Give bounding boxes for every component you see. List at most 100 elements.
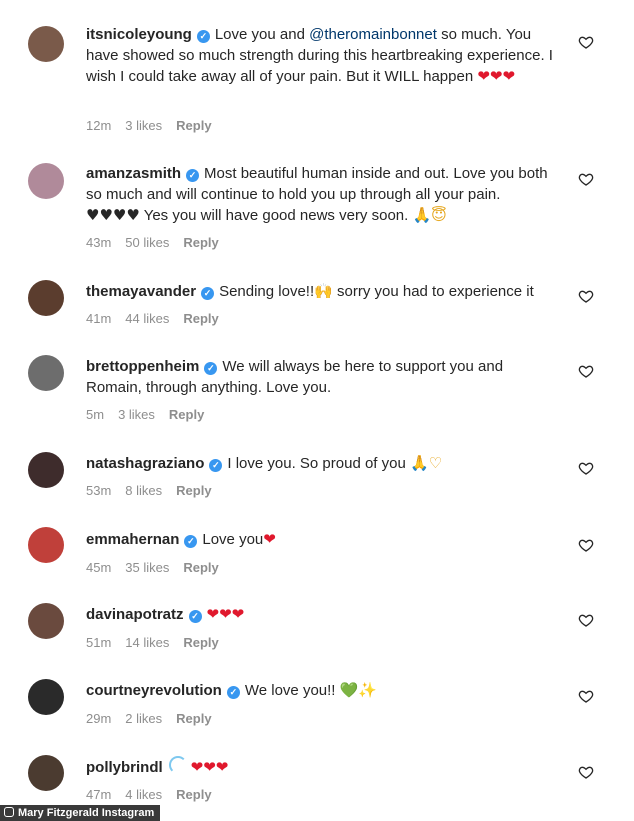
likes-count[interactable]: 8 likes [125, 483, 162, 498]
username[interactable]: itsnicoleyoung [86, 26, 192, 43]
avatar[interactable] [28, 679, 64, 715]
comment-meta: 45m 35 likes Reply [86, 560, 233, 576]
reply-button[interactable]: Reply [183, 311, 218, 326]
username[interactable]: natashagraziano [86, 455, 204, 472]
timestamp: 51m [86, 635, 112, 650]
heart-emoji: ♥♥♥♥ [86, 206, 140, 224]
comment-text: I love you. So proud of you [227, 455, 410, 472]
comment-text: Yes you will have good news very soon. [139, 207, 413, 224]
heart-emoji: ❤❤❤ [190, 758, 229, 776]
likes-count[interactable]: 35 likes [125, 560, 169, 575]
sparkles-emoji: ✨ [358, 681, 378, 699]
comment-text: Love you and [214, 26, 310, 43]
reply-button[interactable]: Reply [176, 787, 211, 802]
likes-count[interactable]: 14 likes [125, 635, 169, 650]
avatar[interactable] [28, 755, 64, 791]
image-credit: Mary Fitzgerald Instagram [0, 805, 161, 821]
avatar[interactable] [28, 452, 64, 488]
timestamp: 12m [86, 118, 112, 133]
comment-meta: 51m 14 likes Reply [86, 635, 233, 651]
avatar-image [28, 755, 64, 791]
verified-icon: ✓ [201, 287, 215, 300]
reply-button[interactable]: Reply [176, 483, 211, 498]
likes-count[interactable]: 2 likes [125, 711, 162, 726]
verified-icon: ✓ [226, 686, 240, 699]
comment-meta: 43m 50 likes Reply [86, 235, 233, 251]
comment-meta: 41m 44 likes Reply [86, 311, 233, 327]
heart-emoji: ❤❤❤ [206, 605, 245, 623]
heart-outline-icon[interactable] [578, 288, 594, 304]
username[interactable]: courtneyrevolution [86, 682, 222, 699]
raised-hands-emoji: 🙌 [314, 282, 333, 300]
comment-text: sorry you had to experience it [332, 283, 534, 300]
timestamp: 45m [86, 560, 112, 575]
timestamp: 43m [86, 235, 112, 250]
avatar[interactable] [28, 603, 64, 639]
heart-outline-icon[interactable] [578, 460, 594, 476]
avatar[interactable] [28, 355, 64, 391]
comment-meta: 12m 3 likes Reply [86, 118, 226, 134]
reply-button[interactable]: Reply [176, 711, 211, 726]
timestamp: 47m [86, 787, 112, 802]
camera-icon [4, 807, 14, 817]
heart-emoji: ❤ [263, 530, 276, 548]
likes-count[interactable]: 3 likes [118, 407, 155, 422]
comment-body: brettoppenheim ✓ We will always be here to… [86, 356, 556, 398]
verified-icon: ✓ [184, 535, 198, 548]
comment-body: courtneyrevolution ✓ We love you!! 💚✨ [86, 680, 556, 701]
username[interactable]: pollybrindl [86, 759, 163, 776]
reply-button[interactable]: Reply [176, 118, 211, 133]
likes-count[interactable]: 44 likes [125, 311, 169, 326]
verified-icon: ✓ [209, 459, 223, 472]
comment-meta: 29m 2 likes Reply [86, 711, 226, 727]
username[interactable]: amanzasmith [86, 165, 181, 182]
avatar-image [28, 603, 64, 639]
pray-smile-emoji: 🙏😇 [412, 206, 447, 224]
loading-spinner-icon [168, 756, 187, 774]
reply-button[interactable]: Reply [183, 560, 218, 575]
avatar-image [28, 163, 64, 199]
likes-count[interactable]: 4 likes [125, 787, 162, 802]
heart-outline-icon[interactable] [578, 34, 594, 50]
username[interactable]: themayavander [86, 283, 196, 300]
avatar-image [28, 452, 64, 488]
avatar[interactable] [28, 527, 64, 563]
comment-text: We love you!! [244, 682, 340, 699]
verified-icon: ✓ [186, 169, 200, 182]
username[interactable]: davinapotratz [86, 606, 184, 623]
heart-outline-icon[interactable] [578, 688, 594, 704]
heart-outline-icon[interactable] [578, 537, 594, 553]
avatar-image [28, 280, 64, 316]
timestamp: 5m [86, 407, 105, 422]
comment-body: themayavander ✓ Sending love!!🙌 sorry you … [86, 281, 556, 302]
verified-icon: ✓ [188, 610, 202, 623]
avatar-image [28, 26, 64, 62]
heart-outline-icon[interactable] [578, 363, 594, 379]
comment-meta: 53m 8 likes Reply [86, 483, 226, 499]
heart-outline-icon[interactable] [578, 171, 594, 187]
reply-button[interactable]: Reply [169, 407, 204, 422]
avatar-image [28, 355, 64, 391]
comment-body: natashagraziano ✓ I love you. So proud of … [86, 453, 556, 474]
heart-outline-icon[interactable] [578, 612, 594, 628]
comment-text: Love you [202, 531, 264, 548]
avatar[interactable] [28, 26, 64, 62]
mention-link[interactable]: @theromainbonnet [309, 26, 437, 43]
reply-button[interactable]: Reply [183, 235, 218, 250]
likes-count[interactable]: 3 likes [125, 118, 162, 133]
heart-emoji: ❤❤❤ [477, 67, 516, 85]
pray-heart-emoji: 🙏♡ [410, 454, 443, 472]
username[interactable]: brettoppenheim [86, 358, 199, 375]
comment-meta: 47m 4 likes Reply [86, 787, 226, 803]
heart-outline-icon[interactable] [578, 764, 594, 780]
verified-icon: ✓ [204, 362, 218, 375]
avatar[interactable] [28, 163, 64, 199]
avatar[interactable] [28, 280, 64, 316]
likes-count[interactable]: 50 likes [125, 235, 169, 250]
reply-button[interactable]: Reply [183, 635, 218, 650]
username[interactable]: emmahernan [86, 531, 179, 548]
avatar-image [28, 679, 64, 715]
comment-body: pollybrindl ❤❤❤ [86, 756, 556, 778]
comment-body: davinapotratz ✓ ❤❤❤ [86, 604, 556, 625]
comment-meta: 5m 3 likes Reply [86, 407, 218, 423]
